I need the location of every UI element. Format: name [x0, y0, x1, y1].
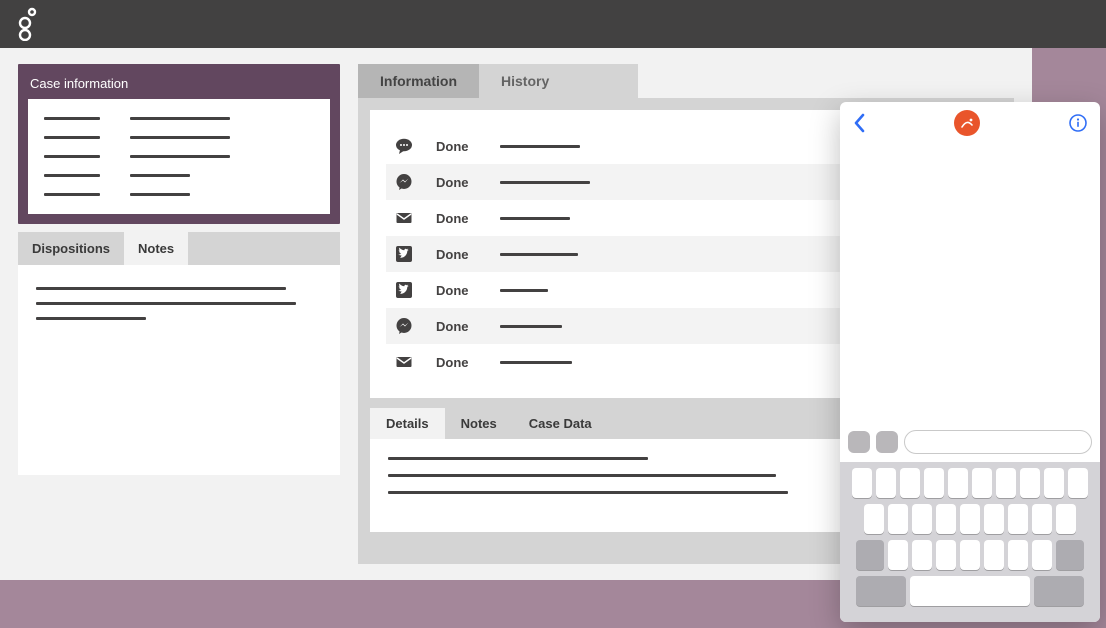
placeholder-line	[44, 155, 100, 158]
chat-icon	[394, 136, 414, 156]
main-tabs: Information History	[358, 64, 638, 98]
tab-notes-detail[interactable]: Notes	[445, 408, 513, 439]
placeholder-line	[36, 302, 296, 305]
placeholder-line	[130, 193, 190, 196]
placeholder-line	[36, 317, 146, 320]
left-tabs-container: Dispositions Notes	[18, 232, 340, 475]
messenger-icon	[394, 316, 414, 336]
tab-information[interactable]: Information	[358, 64, 479, 98]
twitter-icon	[394, 280, 414, 300]
placeholder-line	[500, 253, 578, 256]
case-info-title: Case information	[30, 76, 330, 91]
placeholder-line	[36, 287, 286, 290]
placeholder-line	[130, 136, 230, 139]
notes-pane	[18, 265, 340, 475]
row-status: Done	[436, 175, 478, 190]
placeholder-line	[388, 474, 776, 477]
tab-dispositions[interactable]: Dispositions	[18, 232, 124, 265]
placeholder-line	[388, 457, 648, 460]
apps-button[interactable]	[876, 431, 898, 453]
row-status: Done	[436, 319, 478, 334]
row-status: Done	[436, 211, 478, 226]
messenger-icon	[394, 172, 414, 192]
placeholder-line	[388, 491, 788, 494]
row-status: Done	[436, 247, 478, 262]
placeholder-line	[130, 117, 230, 120]
brand-logo-icon	[14, 7, 42, 41]
case-info-card: Case information	[18, 64, 340, 224]
left-column: Case information	[18, 64, 340, 564]
left-tabs: Dispositions Notes	[18, 232, 340, 265]
row-status: Done	[436, 355, 478, 370]
tab-details[interactable]: Details	[370, 408, 445, 439]
placeholder-line	[44, 136, 100, 139]
placeholder-line	[500, 145, 580, 148]
placeholder-line	[44, 117, 100, 120]
placeholder-line	[500, 181, 590, 184]
info-icon[interactable]	[1068, 113, 1088, 133]
phone-header	[840, 102, 1100, 144]
placeholder-line	[44, 193, 100, 196]
mail-icon	[394, 352, 414, 372]
top-bar	[0, 0, 1106, 48]
row-status: Done	[436, 139, 478, 154]
tab-notes[interactable]: Notes	[124, 232, 188, 265]
twitter-icon	[394, 244, 414, 264]
row-status: Done	[436, 283, 478, 298]
tab-case-data[interactable]: Case Data	[513, 408, 608, 439]
phone-chat-area[interactable]	[840, 144, 1100, 426]
placeholder-line	[500, 289, 548, 292]
message-input[interactable]	[904, 430, 1092, 454]
contact-avatar-icon[interactable]	[954, 110, 980, 136]
case-info-body	[28, 99, 330, 214]
phone-keyboard[interactable]	[840, 462, 1100, 622]
placeholder-line	[500, 217, 570, 220]
phone-input-row	[840, 426, 1100, 462]
camera-button[interactable]	[848, 431, 870, 453]
placeholder-line	[130, 174, 190, 177]
placeholder-line	[44, 174, 100, 177]
phone-mock	[840, 102, 1100, 622]
mail-icon	[394, 208, 414, 228]
placeholder-line	[130, 155, 230, 158]
placeholder-line	[500, 325, 562, 328]
tab-history[interactable]: History	[479, 64, 571, 98]
placeholder-line	[500, 361, 572, 364]
back-icon[interactable]	[852, 113, 866, 133]
